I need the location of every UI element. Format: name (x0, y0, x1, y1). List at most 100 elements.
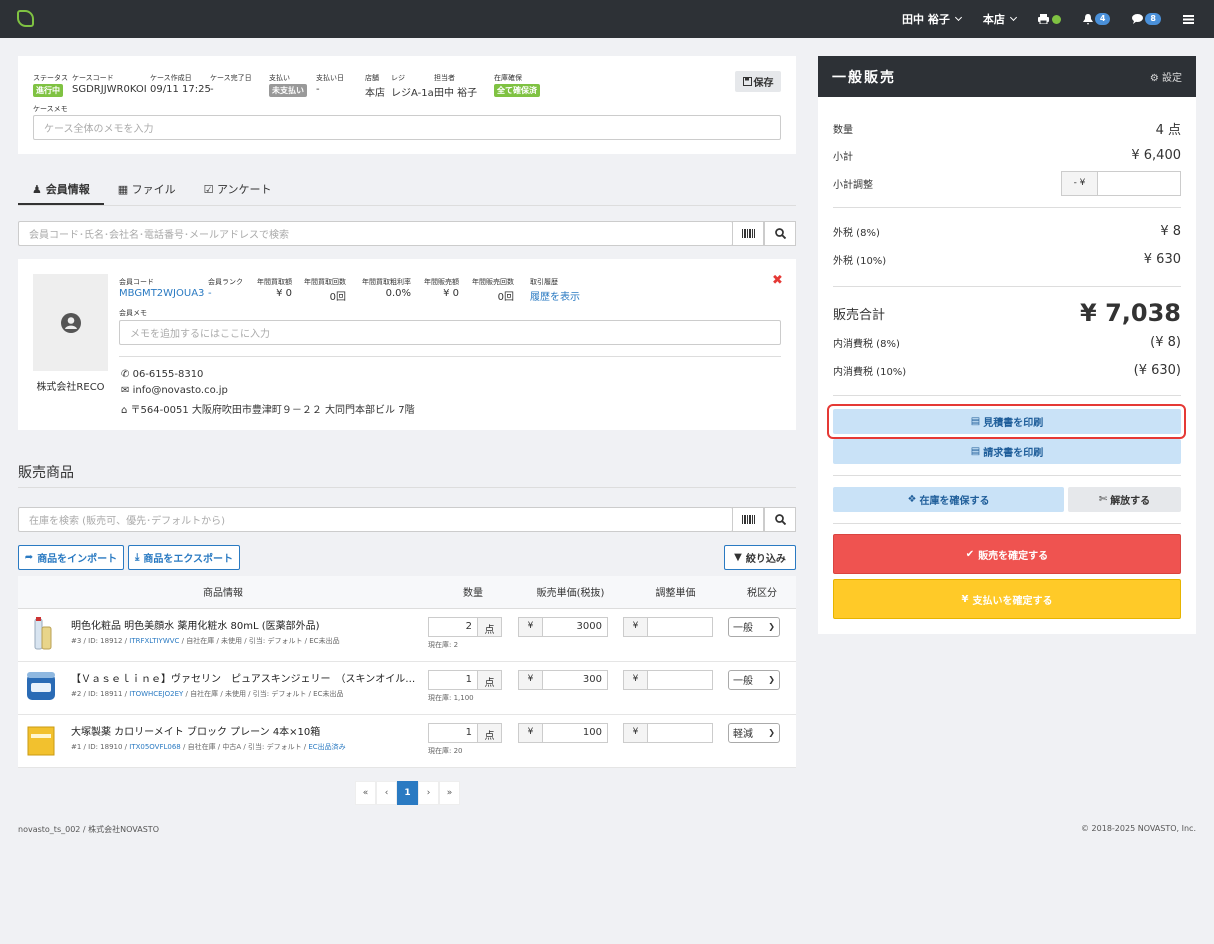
intax10-value: (¥ 630) (1133, 363, 1181, 378)
confirm-sale-button[interactable]: ✔ 販売を確定する (833, 534, 1181, 574)
pager-next[interactable]: › (418, 781, 439, 805)
tax-category-select[interactable]: 一般 ❯ (728, 616, 780, 637)
chevron-down-icon: ❯ (768, 622, 775, 631)
tab-member-info[interactable]: ♟ 会員情報 (18, 170, 104, 205)
member-code-link[interactable]: MBGMT2WJOUA3 (119, 288, 204, 299)
printer-status[interactable] (1037, 14, 1061, 24)
user-icon: ♟ (32, 183, 42, 196)
unit-price-input[interactable]: 100 (543, 722, 608, 743)
pager-last[interactable]: » (439, 781, 460, 805)
header-tax-category: 税区分 (728, 576, 796, 609)
barcode-button[interactable] (732, 221, 764, 246)
buy-count-label: 年間買取回数 (304, 278, 346, 286)
top-navbar: 田中 裕子 本店 4 8 (0, 0, 1214, 38)
qty-row: 数量 4 点 (833, 119, 1181, 138)
phone-icon: ✆ (121, 369, 130, 380)
stock-search-input[interactable]: 在庫を検索 (販売可、優先･デフォルトから) (18, 507, 733, 532)
unit-price-input[interactable]: 3000 (543, 616, 608, 637)
product-code-link[interactable]: ITOWHCEJO2EY (129, 690, 183, 698)
remove-member-icon[interactable]: ✖ (772, 273, 783, 288)
email-value: info@novasto.co.jp (132, 385, 228, 396)
quantity-input[interactable]: 1 (428, 669, 478, 690)
member-search-input[interactable]: 会員コード･氏名･会社名･電話番号･メールアドレスで検索 (18, 221, 733, 246)
unit-label: 点 (478, 669, 502, 690)
hamburger-menu-button[interactable] (1183, 14, 1194, 24)
product-attributes: / 自社在庫 / 未使用 / 引当: デフォルト / EC未出品 (179, 636, 340, 645)
tax-category-value: 軽減 (733, 729, 753, 740)
product-id: #1 / ID: 18910 / (71, 742, 130, 751)
store-menu[interactable]: 本店 (983, 11, 1017, 27)
export-products-button[interactable]: ⤓ 商品をエクスポート (128, 545, 240, 570)
header-adjusted-price: 調整単価 (623, 576, 728, 609)
adjust-label: 小計調整 (833, 180, 873, 191)
adjust-field[interactable]: - ¥ (1061, 171, 1181, 196)
user-menu[interactable]: 田中 裕子 (902, 11, 962, 27)
filter-button[interactable]: ▼ 絞り込み (724, 545, 796, 570)
chevron-down-icon (1009, 13, 1017, 22)
case-created: ケース作成日 09/11 17:25 (150, 73, 211, 95)
chevron-down-icon: ❯ (768, 728, 775, 737)
unit-price-field[interactable]: ¥100 (518, 722, 623, 743)
annual-buy-margin: 年間買取粗利率 0.0% (352, 277, 411, 299)
confirm-payment-button[interactable]: ¥ 支払いを確定する (833, 579, 1181, 619)
save-button[interactable]: 保存 (735, 71, 781, 92)
product-code-link[interactable]: ITRFXLTIYWVC (129, 637, 179, 645)
tab-survey[interactable]: ☑ アンケート (190, 170, 286, 205)
stock-barcode-button[interactable] (732, 507, 764, 532)
product-id: #3 / ID: 18912 / (71, 636, 130, 645)
notifications-button[interactable]: 4 (1082, 13, 1111, 25)
divider (119, 356, 781, 357)
annual-buy-amount: 年間買取額 ¥ 0 (249, 277, 292, 299)
ec-listing-link[interactable]: EC出品済み (308, 743, 345, 751)
history-link[interactable]: 履歴を表示 (530, 288, 580, 303)
yen-prefix: ¥ (623, 669, 648, 690)
app-logo-icon[interactable] (17, 10, 34, 27)
quantity-stepper[interactable]: 1点 (428, 669, 518, 690)
release-stock-button[interactable]: ✄ 解放する (1068, 487, 1181, 512)
member-rank: 会員ランク - (208, 277, 243, 299)
quantity-stepper[interactable]: 1点 (428, 722, 518, 743)
tax-category-select[interactable]: 軽減 ❯ (728, 722, 780, 743)
adjusted-price-field[interactable]: ¥ (623, 669, 728, 690)
paydate-label: 支払い日 (316, 74, 344, 82)
divider (833, 395, 1181, 396)
adjust-input[interactable] (1098, 171, 1181, 196)
unit-price-field[interactable]: ¥300 (518, 669, 623, 690)
unit-price-field[interactable]: ¥3000 (518, 616, 623, 637)
tab-files[interactable]: ▦ ファイル (104, 170, 190, 205)
pager-prev[interactable]: ‹ (376, 781, 397, 805)
case-memo-input[interactable]: ケース全体のメモを入力 (33, 115, 781, 140)
quantity-input[interactable]: 1 (428, 722, 478, 743)
envelope-icon: ✉ (121, 385, 130, 396)
quantity-stepper[interactable]: 2点 (428, 616, 518, 637)
product-attributes: / 自社在庫 / 中古A / 引当: デフォルト / (180, 742, 309, 751)
case-shop: 店舗 本店 (365, 73, 385, 99)
import-products-button[interactable]: ➦ 商品をインポート (18, 545, 124, 570)
adjusted-price-field[interactable]: ¥ (623, 722, 728, 743)
member-memo-input[interactable]: メモを追加するにはここに入力 (119, 320, 781, 345)
product-code-link[interactable]: ITX05OVFL068 (129, 743, 181, 751)
adjusted-price-input[interactable] (648, 669, 713, 690)
settings-link[interactable]: ⚙ 設定 (1150, 69, 1182, 84)
pager-first[interactable]: « (355, 781, 376, 805)
intax10-label: 内消費税 (10%) (833, 367, 907, 378)
member-search-button[interactable] (764, 221, 796, 246)
adjusted-price-field[interactable]: ¥ (623, 616, 728, 637)
product-attributes: / 自社在庫 / 未使用 / 引当: デフォルト / EC未出品 (183, 689, 344, 698)
unit-price-input[interactable]: 300 (543, 669, 608, 690)
messages-button[interactable]: 8 (1132, 13, 1161, 25)
print-invoice-button[interactable]: ▤ 請求書を印刷 (833, 439, 1181, 464)
created-label: ケース作成日 (150, 74, 192, 82)
tax10-label: 外税 (10%) (833, 256, 887, 267)
member-rank-label: 会員ランク (208, 278, 243, 286)
adjusted-price-input[interactable] (648, 616, 713, 637)
member-search-placeholder: 会員コード･氏名･会社名･電話番号･メールアドレスで検索 (29, 230, 289, 241)
print-estimate-button[interactable]: ▤ 見積書を印刷 (833, 409, 1181, 434)
quantity-input[interactable]: 2 (428, 616, 478, 637)
case-info-panel: ステータス 進行中 ケースコード SGDRJJWR0KOI ケース作成日 09/11 … (18, 56, 796, 154)
pager-current[interactable]: 1 (397, 781, 418, 805)
reserve-stock-button[interactable]: ❖ 在庫を確保する (833, 487, 1064, 512)
adjusted-price-input[interactable] (648, 722, 713, 743)
tax-category-select[interactable]: 一般 ❯ (728, 669, 780, 690)
stock-search-button[interactable] (764, 507, 796, 532)
